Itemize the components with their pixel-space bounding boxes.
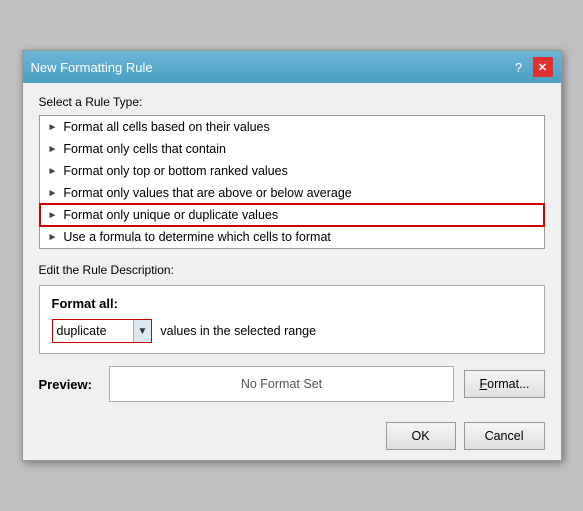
rule-item-above-below[interactable]: ► Format only values that are above or b… — [40, 182, 544, 204]
dialog-body: Select a Rule Type: ► Format all cells b… — [23, 83, 561, 414]
title-bar-left: New Formatting Rule — [31, 60, 153, 75]
rule-item-formula-label: Use a formula to determine which cells t… — [63, 230, 330, 244]
rule-item-cells-contain-label: Format only cells that contain — [63, 142, 226, 156]
dialog-title: New Formatting Rule — [31, 60, 153, 75]
format-button-label: Format... — [479, 377, 529, 391]
duplicate-select[interactable]: duplicate unique — [53, 322, 133, 340]
format-all-label: Format all: — [52, 296, 532, 311]
arrow-icon-4: ► — [48, 188, 58, 199]
rule-item-formula[interactable]: ► Use a formula to determine which cells… — [40, 226, 544, 248]
preview-label: Preview: — [39, 377, 99, 392]
cancel-button[interactable]: Cancel — [464, 422, 545, 450]
values-in-range-text: values in the selected range — [160, 324, 316, 338]
ok-button[interactable]: OK — [386, 422, 456, 450]
rule-item-top-bottom-label: Format only top or bottom ranked values — [63, 164, 287, 178]
rule-item-cells-contain[interactable]: ► Format only cells that contain — [40, 138, 544, 160]
close-button[interactable]: ✕ — [533, 57, 553, 77]
preview-box: No Format Set — [109, 366, 455, 402]
rule-item-unique-duplicate-label: Format only unique or duplicate values — [63, 208, 278, 222]
rule-item-unique-duplicate[interactable]: ► Format only unique or duplicate values — [40, 204, 544, 226]
arrow-icon-2: ► — [48, 144, 58, 155]
format-button[interactable]: Format... — [464, 370, 544, 398]
rule-item-all-cells-label: Format all cells based on their values — [63, 120, 269, 134]
rule-type-list: ► Format all cells based on their values… — [39, 115, 545, 249]
rule-item-all-cells[interactable]: ► Format all cells based on their values — [40, 116, 544, 138]
edit-description-box: Format all: duplicate unique ▼ values in… — [39, 285, 545, 354]
arrow-icon-3: ► — [48, 166, 58, 177]
rule-item-above-below-label: Format only values that are above or bel… — [63, 186, 351, 200]
preview-text: No Format Set — [241, 377, 322, 391]
button-row: OK Cancel — [23, 414, 561, 460]
arrow-icon-6: ► — [48, 232, 58, 243]
preview-row: Preview: No Format Set Format... — [39, 366, 545, 402]
dialog: New Formatting Rule ? ✕ Select a Rule Ty… — [22, 50, 562, 461]
title-bar: New Formatting Rule ? ✕ — [23, 51, 561, 83]
dropdown-arrow-button[interactable]: ▼ — [133, 320, 152, 342]
rule-type-section-label: Select a Rule Type: — [39, 95, 545, 109]
arrow-icon-1: ► — [48, 122, 58, 133]
help-button[interactable]: ? — [509, 57, 529, 77]
arrow-icon-5: ► — [48, 210, 58, 221]
duplicate-dropdown-container: duplicate unique ▼ — [52, 319, 153, 343]
format-row: duplicate unique ▼ values in the selecte… — [52, 319, 532, 343]
rule-item-top-bottom[interactable]: ► Format only top or bottom ranked value… — [40, 160, 544, 182]
edit-section-label: Edit the Rule Description: — [39, 263, 545, 277]
title-bar-buttons: ? ✕ — [509, 57, 553, 77]
